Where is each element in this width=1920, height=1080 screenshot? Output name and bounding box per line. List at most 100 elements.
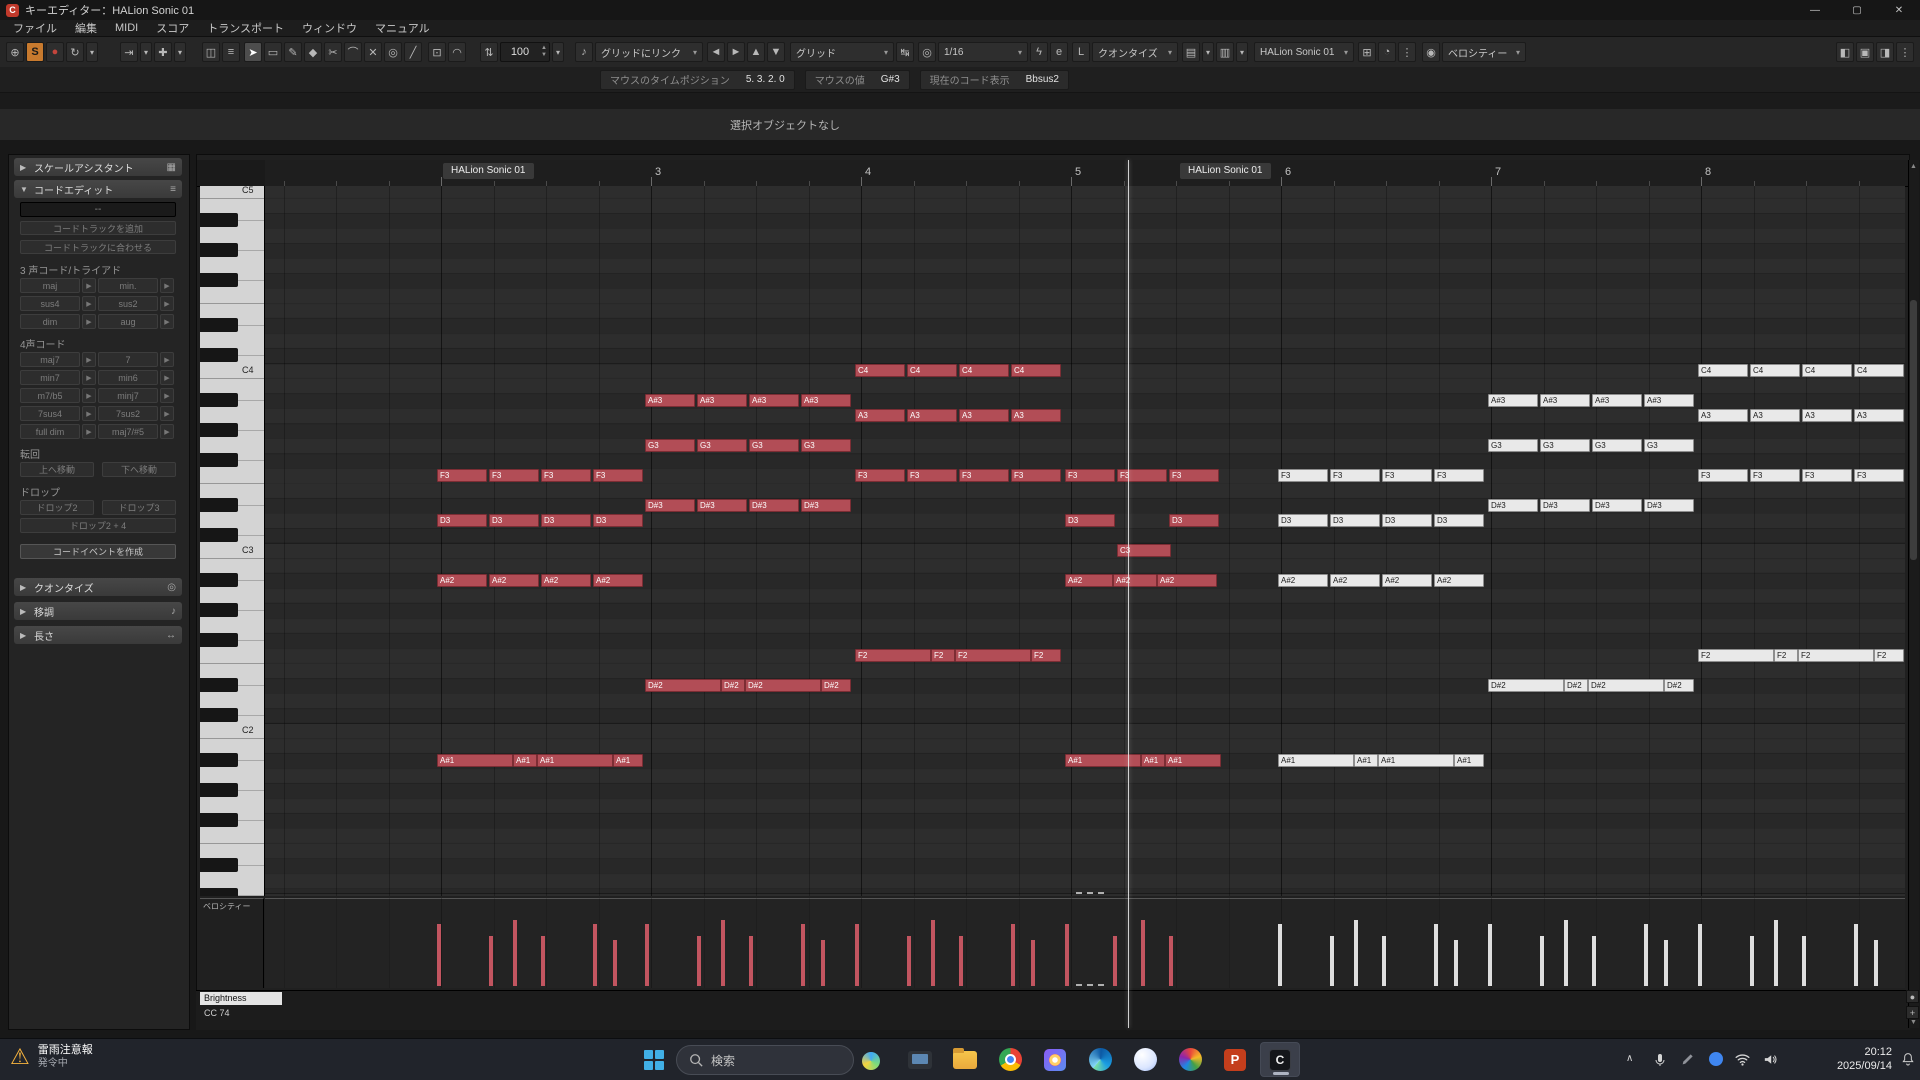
white-key[interactable]	[200, 333, 264, 348]
window-setup-icon[interactable]: ⋮	[1896, 42, 1914, 62]
crosshair-icon[interactable]: ✚	[154, 42, 172, 62]
grid-type-select[interactable]: グリッド▾	[790, 42, 894, 62]
menu-item-マニュアル[interactable]: マニュアル	[366, 20, 439, 36]
app-monitor[interactable]	[900, 1042, 940, 1077]
app-chrome[interactable]	[990, 1042, 1030, 1077]
midi-input-icon[interactable]: ♪	[575, 42, 593, 62]
menu-item-ファイル[interactable]: ファイル	[4, 20, 66, 36]
white-key[interactable]	[200, 258, 264, 273]
erase-tool[interactable]: ◆	[304, 42, 322, 62]
zoom-dot-button[interactable]: ●	[1906, 990, 1919, 1003]
velocity-lane[interactable]	[265, 898, 1905, 988]
volume-icon[interactable]	[1762, 1051, 1779, 1068]
white-key[interactable]	[200, 513, 264, 528]
autoscroll-icon[interactable]: ⇥	[120, 42, 138, 62]
edit-active-part-icon[interactable]: ≡	[222, 42, 240, 62]
white-key[interactable]	[200, 843, 264, 858]
piano-keys[interactable]: C5C4C3C2	[200, 186, 265, 896]
white-key[interactable]	[200, 798, 264, 813]
black-key[interactable]	[200, 858, 238, 872]
color-scheme-select[interactable]: ベロシティー▾	[1442, 42, 1526, 62]
caret-icon[interactable]: ▾	[552, 42, 564, 62]
white-key[interactable]	[200, 663, 264, 678]
menu-item-MIDI[interactable]: MIDI	[106, 22, 147, 34]
white-key[interactable]	[200, 738, 264, 753]
white-key[interactable]	[200, 828, 264, 843]
black-key[interactable]	[200, 453, 238, 467]
quantize-icon[interactable]: ◎	[918, 42, 936, 62]
loop-icon[interactable]: ↻	[66, 42, 84, 62]
caret-icon[interactable]: ▾	[174, 42, 186, 62]
black-key[interactable]	[200, 813, 238, 827]
white-key[interactable]	[200, 288, 264, 303]
white-key[interactable]	[200, 693, 264, 708]
white-key[interactable]	[200, 303, 264, 318]
step-input-icon[interactable]: ⇅	[480, 42, 498, 62]
white-key[interactable]	[200, 468, 264, 483]
pen-icon[interactable]	[1680, 1051, 1696, 1067]
caret-icon[interactable]: ▾	[1202, 42, 1214, 62]
curve-icon[interactable]: ◠	[448, 42, 466, 62]
caret-icon[interactable]: ▾	[1236, 42, 1248, 62]
black-key[interactable]	[200, 603, 238, 617]
object-selection-tool[interactable]: ➤	[244, 42, 262, 62]
app-photos[interactable]	[1035, 1042, 1075, 1077]
white-key[interactable]	[200, 588, 264, 603]
vertical-scrollbar[interactable]	[1908, 160, 1919, 1028]
controller-lane[interactable]	[196, 990, 1910, 1030]
color-mode-icon[interactable]: ◉	[1422, 42, 1440, 62]
lower-zone-icon[interactable]: ▣	[1856, 42, 1874, 62]
black-key[interactable]	[200, 243, 238, 257]
white-key[interactable]	[200, 618, 264, 633]
app-cubase[interactable]: C	[1260, 1042, 1300, 1077]
menu-item-トランスポート[interactable]: トランスポート	[198, 20, 293, 36]
bluetooth-dot-icon[interactable]	[1708, 1051, 1724, 1067]
length-quantize-select[interactable]: クオンタイズ▾	[1092, 42, 1178, 62]
app-explorer[interactable]	[945, 1042, 985, 1077]
black-key[interactable]	[200, 273, 238, 287]
white-key[interactable]	[200, 363, 264, 378]
time-format-icon[interactable]: ◔	[1378, 42, 1396, 62]
white-key[interactable]	[200, 648, 264, 663]
notifications-bell-icon[interactable]	[1900, 1051, 1916, 1067]
white-key[interactable]	[200, 483, 264, 498]
menu-item-ウィンドウ[interactable]: ウィンドウ	[293, 20, 366, 36]
more-icon[interactable]: ⋮	[1398, 42, 1416, 62]
black-key[interactable]	[200, 708, 238, 722]
black-key[interactable]	[200, 753, 238, 767]
caret-icon[interactable]: ▾	[86, 42, 98, 62]
iterative-quantize-icon[interactable]: ϟ	[1030, 42, 1048, 62]
app-copilot[interactable]	[1125, 1042, 1165, 1077]
menu-item-編集[interactable]: 編集	[66, 20, 106, 36]
nudge-down-icon[interactable]: ▼	[767, 42, 785, 62]
black-key[interactable]	[200, 888, 238, 896]
black-key[interactable]	[200, 348, 238, 362]
close-button[interactable]: ✕	[1878, 0, 1920, 20]
quantize-preset-select[interactable]: 1/16▾	[938, 42, 1028, 62]
independent-loop-icon[interactable]: ⊡	[428, 42, 446, 62]
controller-name-chip[interactable]: Brightness	[200, 992, 282, 1005]
white-key[interactable]	[200, 186, 264, 198]
part-select[interactable]: HALion Sonic 01▾	[1254, 42, 1354, 62]
grid-matrix-icon[interactable]: ⊞	[1358, 42, 1376, 62]
white-key[interactable]	[200, 228, 264, 243]
white-key[interactable]	[200, 768, 264, 783]
minimize-button[interactable]: —	[1794, 0, 1836, 20]
wifi-icon[interactable]	[1734, 1051, 1751, 1068]
black-key[interactable]	[200, 498, 238, 512]
pin-editor-icon[interactable]: ⊕	[6, 42, 24, 62]
insert-velocity-field[interactable]: 100▲▼	[500, 42, 550, 62]
white-key[interactable]	[200, 723, 264, 738]
app-browser[interactable]	[1170, 1042, 1210, 1077]
zoom-plus-button[interactable]: +	[1906, 1006, 1919, 1019]
microphone-icon[interactable]	[1652, 1051, 1668, 1069]
white-key[interactable]	[200, 543, 264, 558]
black-key[interactable]	[200, 678, 238, 692]
snap-type-icon[interactable]: ↹	[896, 42, 914, 62]
glue-tool[interactable]: ⌒	[344, 42, 362, 62]
black-key[interactable]	[200, 318, 238, 332]
event-layer-icon[interactable]: ▤	[1182, 42, 1200, 62]
app-edge[interactable]	[1080, 1042, 1120, 1077]
menu-item-スコア[interactable]: スコア	[147, 20, 198, 36]
vertical-scrollbar-thumb[interactable]	[1910, 300, 1917, 560]
